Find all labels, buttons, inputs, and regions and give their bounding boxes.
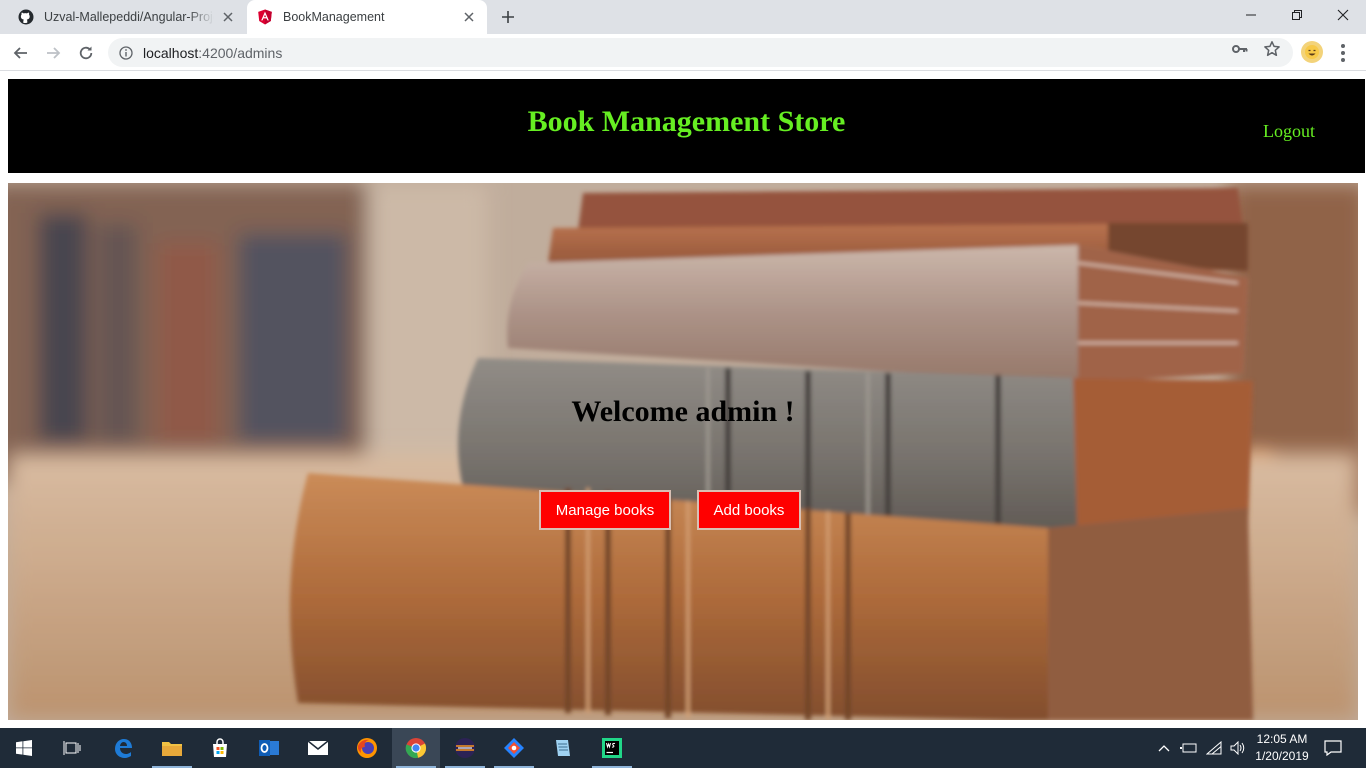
notifications-icon[interactable] [1320,728,1346,768]
page-content: Book Management Store Logout Welcome adm… [0,72,1366,728]
github-icon [18,9,34,25]
books-background-image [8,183,1358,720]
outlook-icon[interactable] [245,728,293,768]
notepad-icon[interactable] [539,728,587,768]
browser-tab-strip: Uzval-Mallepeddi/Angular-Project BookMan… [0,0,1366,34]
brand-title: Book Management Store [527,105,846,138]
site-header: Book Management Store Logout [8,79,1365,173]
edge-icon[interactable] [99,728,147,768]
angular-icon [257,9,273,25]
close-tab-icon[interactable] [461,9,477,25]
close-window-icon[interactable] [1320,0,1366,30]
back-arrow-icon[interactable] [8,40,34,66]
file-explorer-icon[interactable] [148,728,196,768]
reload-icon[interactable] [73,40,99,66]
new-tab-icon[interactable] [496,6,520,28]
wifi-icon[interactable] [1203,728,1225,768]
clock-date: 1/20/2019 [1255,749,1309,763]
welcome-heading: Welcome admin ! [571,395,795,428]
restore-icon[interactable] [1274,0,1320,30]
tab-title: BookManagement [283,10,385,24]
store-icon[interactable] [196,728,244,768]
webstorm-icon[interactable] [588,728,636,768]
star-bookmark-icon[interactable] [1261,38,1283,60]
show-hidden-icons-chevron-icon[interactable] [1154,728,1174,768]
browser-toolbar: localhost:4200/admins [0,34,1366,71]
key-icon[interactable] [1229,38,1251,60]
logout-link[interactable]: Logout [1263,121,1315,142]
system-clock[interactable]: 12:05 AM 1/20/2019 [1252,731,1312,765]
browser-tab-bookmanagement[interactable]: BookManagement [247,0,487,34]
volume-icon[interactable] [1227,728,1249,768]
chrome-icon[interactable] [392,728,440,768]
hero-banner: Welcome admin ! Manage books Add books [8,183,1358,720]
windows-taskbar: 12:05 AM 1/20/2019 [0,728,1366,768]
mail-icon[interactable] [294,728,342,768]
start-icon[interactable] [0,728,48,768]
forward-arrow-icon[interactable] [40,40,66,66]
info-icon[interactable] [117,44,135,62]
url-path: :4200/admins [198,44,283,61]
browser-tab-github[interactable]: Uzval-Mallepeddi/Angular-Project [8,0,246,34]
manage-books-button[interactable]: Manage books [539,490,671,530]
address-bar[interactable]: localhost:4200/admins [108,38,1293,67]
eclipse-icon[interactable] [441,728,489,768]
clock-time: 12:05 AM [1256,732,1308,746]
firefox-icon[interactable] [343,728,391,768]
close-tab-icon[interactable] [220,9,236,25]
url-text: localhost:4200/admins [143,45,282,61]
add-books-button[interactable]: Add books [697,490,801,530]
battery-icon[interactable] [1178,728,1200,768]
sourcetree-icon[interactable] [490,728,538,768]
tab-title: Uzval-Mallepeddi/Angular-Project [44,10,214,24]
browser-menu-icon[interactable] [1335,41,1351,65]
minimize-icon[interactable] [1228,0,1274,30]
url-host: localhost [143,44,199,61]
task-view-icon[interactable] [48,728,96,768]
profile-avatar-icon[interactable] [1301,41,1323,63]
